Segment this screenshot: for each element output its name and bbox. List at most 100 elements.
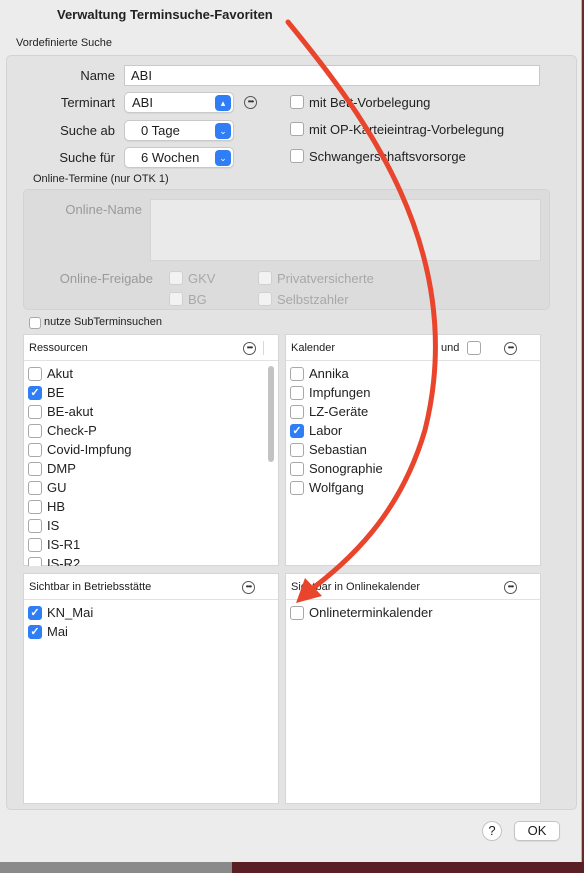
help-button[interactable]: ? xyxy=(482,821,502,841)
checkbox[interactable] xyxy=(290,367,304,381)
window-title: Verwaltung Terminsuche-Favoriten xyxy=(57,7,273,22)
bg-label: BG xyxy=(188,292,207,307)
kalender-more-icon[interactable]: ••• xyxy=(504,342,517,355)
checkbox[interactable] xyxy=(28,481,42,495)
ressourcen-scrollbar[interactable] xyxy=(268,366,274,462)
list-item-label: HB xyxy=(47,499,66,514)
list-item[interactable]: HB xyxy=(24,498,278,517)
suche-ab-label: Suche ab xyxy=(60,123,115,138)
checkmark-icon[interactable]: ✓ xyxy=(28,625,42,639)
ressourcen-more-icon[interactable]: ••• xyxy=(243,342,256,355)
bett-vorbelegung-label: mit Bett-Vorbelegung xyxy=(309,95,431,110)
ressourcen-rows: Akut ✓ BE BE-akut Check-P Covid-Impfung D… xyxy=(24,362,278,566)
gkv-label: GKV xyxy=(188,271,216,286)
onlinekalender-more-icon[interactable]: ••• xyxy=(504,581,517,594)
bg-checkbox[interactable] xyxy=(169,292,183,306)
updown-chevron-icon: ▴ xyxy=(215,95,231,111)
list-item[interactable]: Sebastian xyxy=(286,441,540,460)
schwangerschaft-checkbox[interactable] xyxy=(290,149,304,163)
list-item[interactable]: Covid-Impfung xyxy=(24,441,278,460)
list-item[interactable]: Wolfgang xyxy=(286,479,540,498)
checkbox[interactable] xyxy=(290,443,304,457)
kalender-list: Kalender und ••• Annika Impfungen LZ-Ger… xyxy=(285,334,541,566)
betriebsstaette-more-icon[interactable]: ••• xyxy=(242,581,255,594)
list-item[interactable]: Sonographie xyxy=(286,460,540,479)
list-item-label: IS-R1 xyxy=(47,537,81,552)
subterminsuchen-checkbox[interactable] xyxy=(29,317,41,329)
onlinekalender-list: Sichtbar in Onlinekalender ••• Onlineter… xyxy=(285,573,541,804)
suche-fuer-value: 6 Wochen xyxy=(141,150,200,165)
checkbox[interactable] xyxy=(290,386,304,400)
list-item[interactable]: Check-P xyxy=(24,422,278,441)
online-name-label: Online-Name xyxy=(65,202,142,217)
checkbox[interactable] xyxy=(290,606,304,620)
list-item[interactable]: ✓ Mai xyxy=(24,623,278,642)
kalender-header: Kalender xyxy=(286,335,540,361)
list-item[interactable]: GU xyxy=(24,479,278,498)
list-item[interactable]: IS-R2 xyxy=(24,555,278,566)
list-item-label: Sonographie xyxy=(309,461,383,476)
checkbox[interactable] xyxy=(28,443,42,457)
op-vorbelegung-label: mit OP-Karteieintrag-Vorbelegung xyxy=(309,122,505,137)
list-item[interactable]: IS xyxy=(24,517,278,536)
predefined-section-label: Vordefinierte Suche xyxy=(16,37,113,49)
list-item[interactable]: ✓ BE xyxy=(24,384,278,403)
checkbox[interactable] xyxy=(28,424,42,438)
list-item[interactable]: LZ-Geräte xyxy=(286,403,540,422)
list-item-label: Check-P xyxy=(47,423,97,438)
list-item[interactable]: Annika xyxy=(286,365,540,384)
list-item[interactable]: Impfungen xyxy=(286,384,540,403)
desktop-background xyxy=(0,862,584,873)
checkbox[interactable] xyxy=(28,367,42,381)
checkmark-icon[interactable]: ✓ xyxy=(28,606,42,620)
ok-button[interactable]: OK xyxy=(514,821,560,841)
list-item-label: Wolfgang xyxy=(309,480,364,495)
list-item-label: BE-akut xyxy=(47,404,94,419)
checkbox[interactable] xyxy=(290,462,304,476)
suche-fuer-select[interactable]: 6 Wochen ⌄ xyxy=(124,147,234,168)
list-item[interactable]: IS-R1 xyxy=(24,536,278,555)
privatversicherte-label: Privatversicherte xyxy=(277,271,374,286)
suche-ab-select[interactable]: 0 Tage ⌄ xyxy=(124,120,234,141)
subterminsuchen-label: nutze SubTerminsuchen xyxy=(44,316,163,328)
online-name-field[interactable] xyxy=(150,199,541,261)
list-item[interactable]: DMP xyxy=(24,460,278,479)
name-field[interactable]: ABI xyxy=(124,65,540,86)
list-item-label: IS xyxy=(47,518,60,533)
checkmark-icon[interactable]: ✓ xyxy=(290,424,304,438)
checkbox[interactable] xyxy=(28,538,42,552)
list-item[interactable]: ✓ Labor xyxy=(286,422,540,441)
checkbox[interactable] xyxy=(290,405,304,419)
online-section-label: Online-Termine (nur OTK 1) xyxy=(33,173,169,185)
online-freigabe-label: Online-Freigabe xyxy=(59,271,153,286)
list-item[interactable]: Onlineterminkalender xyxy=(286,604,540,623)
privatversicherte-checkbox[interactable] xyxy=(258,271,272,285)
list-item-label: LZ-Geräte xyxy=(309,404,369,419)
betriebsstaette-list: Sichtbar in Betriebsstätte ••• ✓ KN_Mai ✓… xyxy=(23,573,279,804)
selbstzahler-checkbox[interactable] xyxy=(258,292,272,306)
checkbox[interactable] xyxy=(28,557,42,566)
gkv-checkbox[interactable] xyxy=(169,271,183,285)
checkmark-icon[interactable]: ✓ xyxy=(28,386,42,400)
list-item-label: Covid-Impfung xyxy=(47,442,132,457)
op-vorbelegung-checkbox[interactable] xyxy=(290,122,304,136)
list-item-label: KN_Mai xyxy=(47,605,94,620)
list-item[interactable]: ✓ KN_Mai xyxy=(24,604,278,623)
terminart-more-icon[interactable]: ••• xyxy=(244,96,257,109)
list-item[interactable]: BE-akut xyxy=(24,403,278,422)
list-item-label: Annika xyxy=(309,366,349,381)
checkbox[interactable] xyxy=(28,462,42,476)
checkbox[interactable] xyxy=(28,519,42,533)
terminart-select[interactable]: ABI ▴ xyxy=(124,92,234,113)
list-item-label: Mai xyxy=(47,624,68,639)
betriebsstaette-header: Sichtbar in Betriebsstätte xyxy=(24,574,278,600)
checkbox[interactable] xyxy=(28,500,42,514)
list-item-label: GU xyxy=(47,480,67,495)
checkbox[interactable] xyxy=(28,405,42,419)
list-item[interactable]: Akut xyxy=(24,365,278,384)
checkbox[interactable] xyxy=(290,481,304,495)
betriebsstaette-header-label: Sichtbar in Betriebsstätte xyxy=(29,581,152,593)
und-checkbox[interactable] xyxy=(467,341,481,355)
terminart-value: ABI xyxy=(132,95,153,110)
bett-vorbelegung-checkbox[interactable] xyxy=(290,95,304,109)
